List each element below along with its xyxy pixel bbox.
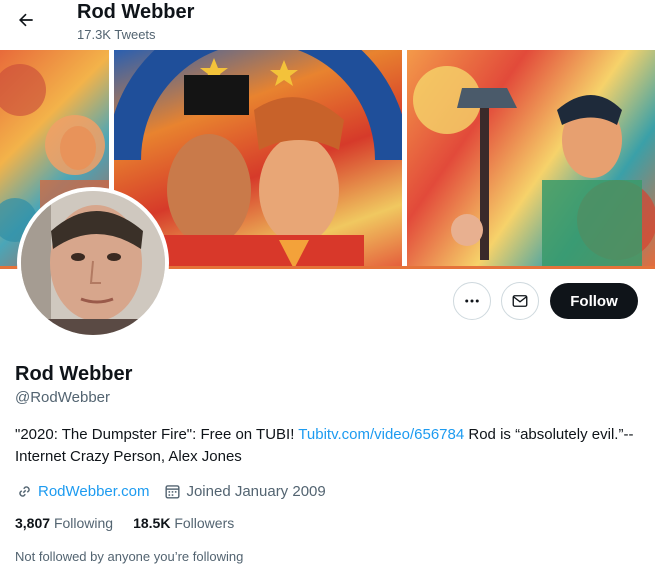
calendar-icon bbox=[165, 484, 180, 499]
following-count: 3,807 bbox=[15, 515, 51, 531]
arrow-left-icon bbox=[19, 13, 33, 27]
header-name: Rod Webber bbox=[77, 1, 195, 23]
followers-link[interactable]: 18.5K Followers bbox=[133, 515, 234, 531]
banner-panel-right bbox=[407, 50, 655, 269]
more-horizontal-icon bbox=[465, 299, 479, 303]
profile-meta: RodWebber.com Joined January 2009 bbox=[15, 480, 326, 502]
envelope-icon bbox=[512, 295, 528, 307]
tweet-count: 17.3K Tweets bbox=[77, 27, 156, 42]
profile-name: Rod Webber bbox=[15, 363, 133, 385]
joined-item: Joined January 2009 bbox=[163, 482, 326, 501]
message-button[interactable] bbox=[501, 282, 539, 320]
more-options-button[interactable] bbox=[453, 282, 491, 320]
followers-label: Followers bbox=[174, 515, 235, 531]
not-followed-note: Not followed by anyone you’re following bbox=[15, 549, 244, 564]
follow-button[interactable]: Follow bbox=[550, 283, 638, 319]
link-icon bbox=[19, 485, 30, 497]
back-button[interactable] bbox=[10, 4, 42, 36]
bio-link[interactable]: Tubitv.com/video/656784 bbox=[298, 426, 464, 443]
website-item: RodWebber.com bbox=[15, 482, 149, 501]
joined-date: Joined January 2009 bbox=[186, 482, 326, 500]
profile-header-bar: Rod Webber 17.3K Tweets bbox=[0, 0, 655, 50]
followers-count: 18.5K bbox=[133, 515, 171, 531]
profile-bio: "2020: The Dumpster Fire": Free on TUBI!… bbox=[15, 424, 635, 468]
bio-text-start: "2020: The Dumpster Fire": Free on TUBI! bbox=[15, 426, 299, 443]
website-link[interactable]: RodWebber.com bbox=[38, 483, 149, 500]
profile-handle: @RodWebber bbox=[15, 389, 110, 406]
following-label: Following bbox=[53, 515, 114, 531]
profile-avatar[interactable] bbox=[17, 187, 169, 339]
following-link[interactable]: 3,807 Following bbox=[15, 515, 113, 531]
follow-stats: 3,807 Following 18.5K Followers bbox=[15, 515, 254, 531]
